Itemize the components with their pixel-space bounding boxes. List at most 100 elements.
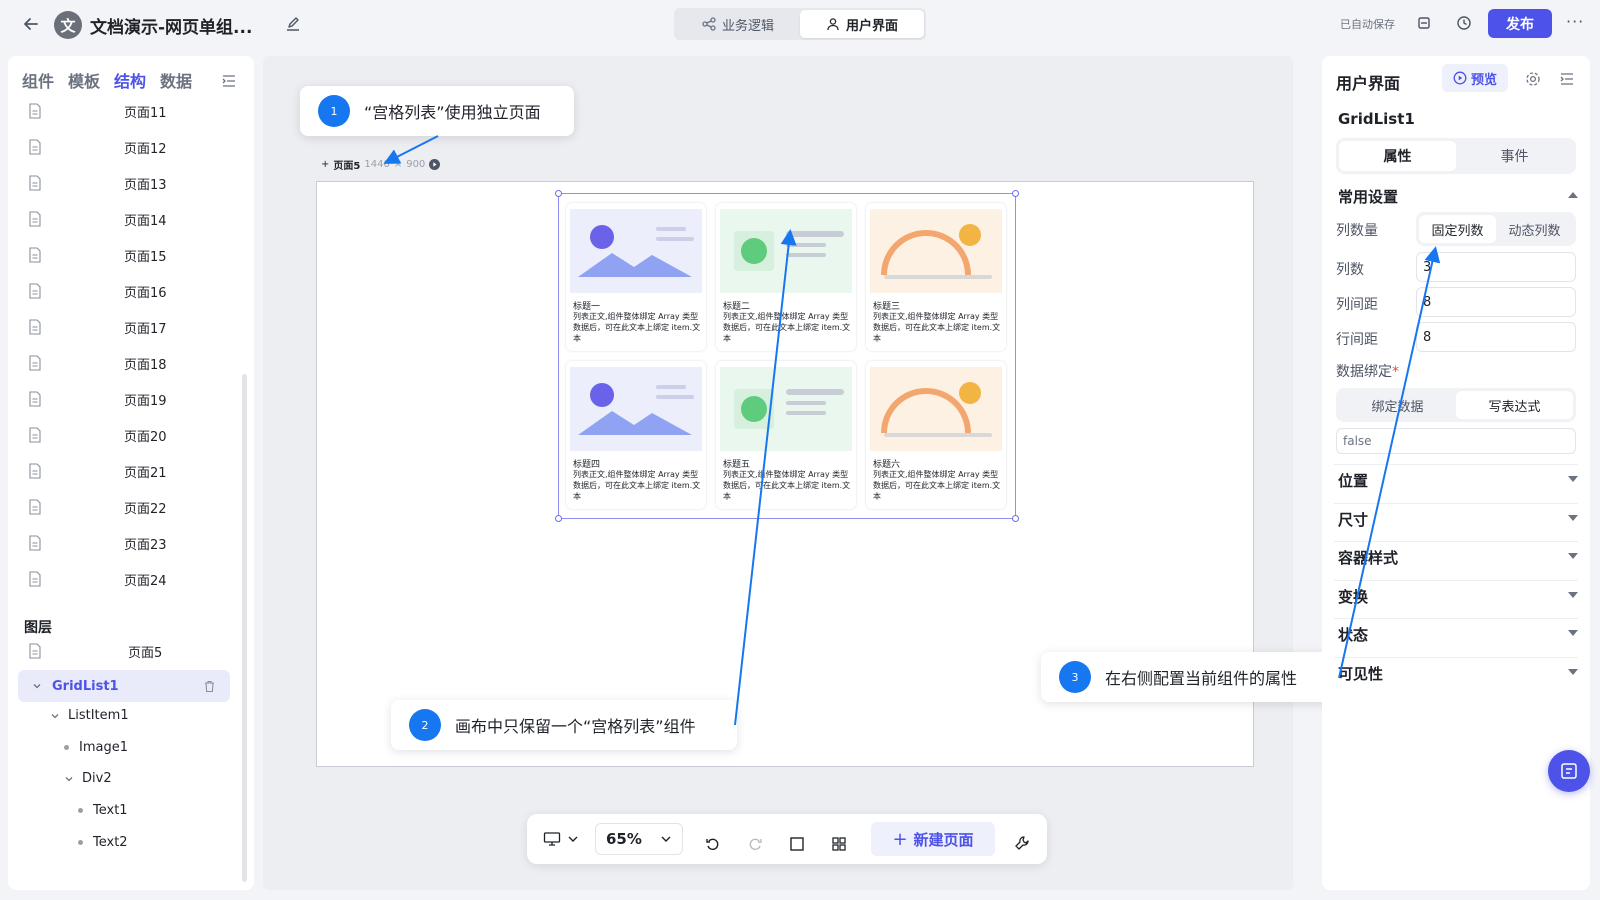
left-panel-scrollbar[interactable]	[242, 374, 247, 882]
tree-node-image[interactable]: Image1	[64, 740, 128, 755]
property-section[interactable]: 变换	[1338, 586, 1368, 607]
canvas-toolbar: 65% + 新建页面	[527, 814, 1047, 864]
tree-node-div[interactable]: Div2	[64, 771, 112, 786]
caret-down-icon[interactable]	[1568, 630, 1578, 636]
tree-node-text2[interactable]: Text2	[78, 835, 128, 850]
history-icon[interactable]	[1455, 14, 1473, 32]
caret-down-icon[interactable]	[1568, 514, 1578, 521]
property-section[interactable]: 尺寸	[1338, 509, 1368, 530]
grid-list-card[interactable]: 标题五 列表正文,组件整体绑定 Array 类型数据后，可在此文本上绑定 item…	[716, 361, 856, 509]
chevron-down-icon[interactable]	[64, 774, 74, 784]
card-image	[570, 209, 702, 293]
property-section[interactable]: 状态	[1338, 624, 1368, 645]
tab-data[interactable]: 数据	[160, 68, 192, 92]
page-list-item[interactable]: 页面19	[22, 384, 232, 414]
tree-node-listitem[interactable]: ListItem1	[50, 708, 129, 723]
dynamic-columns-option[interactable]: 动态列数	[1496, 215, 1573, 243]
frame-dim-sep: ×	[393, 159, 403, 170]
property-section[interactable]: 位置	[1338, 470, 1368, 491]
caret-down-icon[interactable]	[1568, 553, 1578, 559]
back-arrow-icon[interactable]	[20, 13, 42, 35]
data-binding-label-text: 数据绑定	[1336, 364, 1392, 380]
grid-list-card[interactable]: 标题四 列表正文,组件整体绑定 Array 类型数据后，可在此文本上绑定 item…	[566, 361, 706, 509]
delete-icon[interactable]	[203, 680, 216, 693]
callout-1: 1 “宫格列表”使用独立页面	[300, 86, 574, 136]
page-icon	[29, 175, 41, 191]
publish-button[interactable]: 发布	[1488, 9, 1552, 38]
bullet-icon	[64, 745, 69, 750]
new-page-button[interactable]: + 新建页面	[871, 822, 995, 856]
frame-icon[interactable]	[789, 831, 805, 857]
chevron-down-icon[interactable]	[50, 711, 60, 721]
undo-icon[interactable]	[705, 831, 721, 857]
device-selector[interactable]	[543, 826, 579, 852]
caret-up-icon[interactable]	[1568, 192, 1578, 198]
page-list-item[interactable]: 页面21	[22, 456, 232, 486]
tab-business-logic[interactable]: 业务逻辑	[676, 10, 800, 38]
play-icon[interactable]	[429, 159, 441, 170]
tab-user-interface[interactable]: 用户界面	[800, 10, 924, 38]
component-name: GridList1	[1338, 110, 1415, 128]
chevron-down-icon[interactable]	[32, 681, 42, 691]
page-list-item[interactable]: 页面23	[22, 528, 232, 558]
property-section[interactable]: 容器样式	[1338, 547, 1398, 568]
page-list-item[interactable]: 页面20	[22, 420, 232, 450]
tab-properties[interactable]: 属性	[1339, 141, 1456, 171]
chevron-down-icon	[661, 836, 671, 842]
grid-list-card[interactable]: 标题一 列表正文,组件整体绑定 Array 类型数据后，可在此文本上绑定 item…	[566, 203, 706, 351]
settings-gear-icon[interactable]	[1524, 70, 1542, 88]
grid-icon[interactable]	[831, 831, 847, 857]
binding-mode-switch: 绑定数据 写表达式	[1336, 388, 1576, 422]
page-icon	[29, 319, 41, 335]
collapse-panel-icon[interactable]	[220, 72, 238, 90]
resize-handle[interactable]	[1012, 190, 1019, 197]
columns-input[interactable]: 3	[1416, 252, 1576, 282]
expression-input[interactable]: false	[1336, 428, 1576, 454]
assistant-float-button[interactable]	[1548, 750, 1590, 792]
grid-list-card[interactable]: 标题六 列表正文,组件整体绑定 Array 类型数据后，可在此文本上绑定 item…	[866, 361, 1006, 509]
tab-templates[interactable]: 模板	[68, 68, 100, 92]
tab-components[interactable]: 组件	[22, 68, 54, 92]
more-menu-icon[interactable]: ···	[1566, 12, 1584, 31]
page-list-item[interactable]: 页面14	[22, 204, 232, 234]
resize-handle[interactable]	[555, 515, 562, 522]
tab-structure[interactable]: 结构	[114, 68, 146, 92]
caret-down-icon[interactable]	[1568, 476, 1578, 482]
page-list-item[interactable]: 页面15	[22, 240, 232, 270]
page-list-item[interactable]: 页面22	[22, 492, 232, 522]
page-list-item[interactable]: 页面16	[22, 276, 232, 306]
write-expression-option[interactable]: 写表达式	[1456, 391, 1573, 419]
save-icon[interactable]	[1415, 14, 1433, 32]
outline-icon[interactable]	[1558, 70, 1576, 88]
preview-button[interactable]: 预览	[1442, 64, 1508, 92]
layer-page-item[interactable]: 页面5	[22, 636, 232, 666]
page-list-item[interactable]: 页面12	[22, 132, 232, 162]
frame-label[interactable]: + 页面5 1440 × 900	[321, 157, 441, 172]
section-common-settings[interactable]: 常用设置	[1338, 186, 1398, 207]
caret-down-icon[interactable]	[1568, 591, 1578, 598]
grid-list-card[interactable]: 标题二 列表正文,组件整体绑定 Array 类型数据后，可在此文本上绑定 item…	[716, 203, 856, 351]
page-list-item[interactable]: 页面13	[22, 168, 232, 198]
grid-list-card[interactable]: 标题三 列表正文,组件整体绑定 Array 类型数据后，可在此文本上绑定 item…	[866, 203, 1006, 351]
edit-title-icon[interactable]	[284, 15, 302, 33]
wrench-icon[interactable]	[1013, 830, 1031, 856]
column-gap-input[interactable]: 8	[1416, 287, 1576, 317]
page-list-item[interactable]: 页面18	[22, 348, 232, 378]
caret-down-icon[interactable]	[1568, 668, 1578, 675]
tree-node-gridlist[interactable]: GridList1	[18, 670, 230, 702]
plus-icon: +	[892, 828, 908, 850]
property-section[interactable]: 可见性	[1338, 663, 1383, 684]
zoom-select[interactable]: 65%	[595, 823, 683, 855]
page-list-item[interactable]: 页面11	[22, 96, 232, 126]
callout-2: 2 画布中只保留一个“宫格列表”组件	[391, 700, 737, 750]
bind-data-option[interactable]: 绑定数据	[1339, 391, 1456, 419]
resize-handle[interactable]	[555, 190, 562, 197]
page-list-item[interactable]: 页面24	[22, 564, 232, 594]
tree-node-text1[interactable]: Text1	[78, 803, 128, 818]
resize-handle[interactable]	[1012, 515, 1019, 522]
redo-icon[interactable]	[747, 831, 763, 857]
fixed-columns-option[interactable]: 固定列数	[1419, 215, 1496, 243]
tab-events[interactable]: 事件	[1456, 141, 1573, 171]
row-gap-input[interactable]: 8	[1416, 322, 1576, 352]
page-list-item[interactable]: 页面17	[22, 312, 232, 342]
